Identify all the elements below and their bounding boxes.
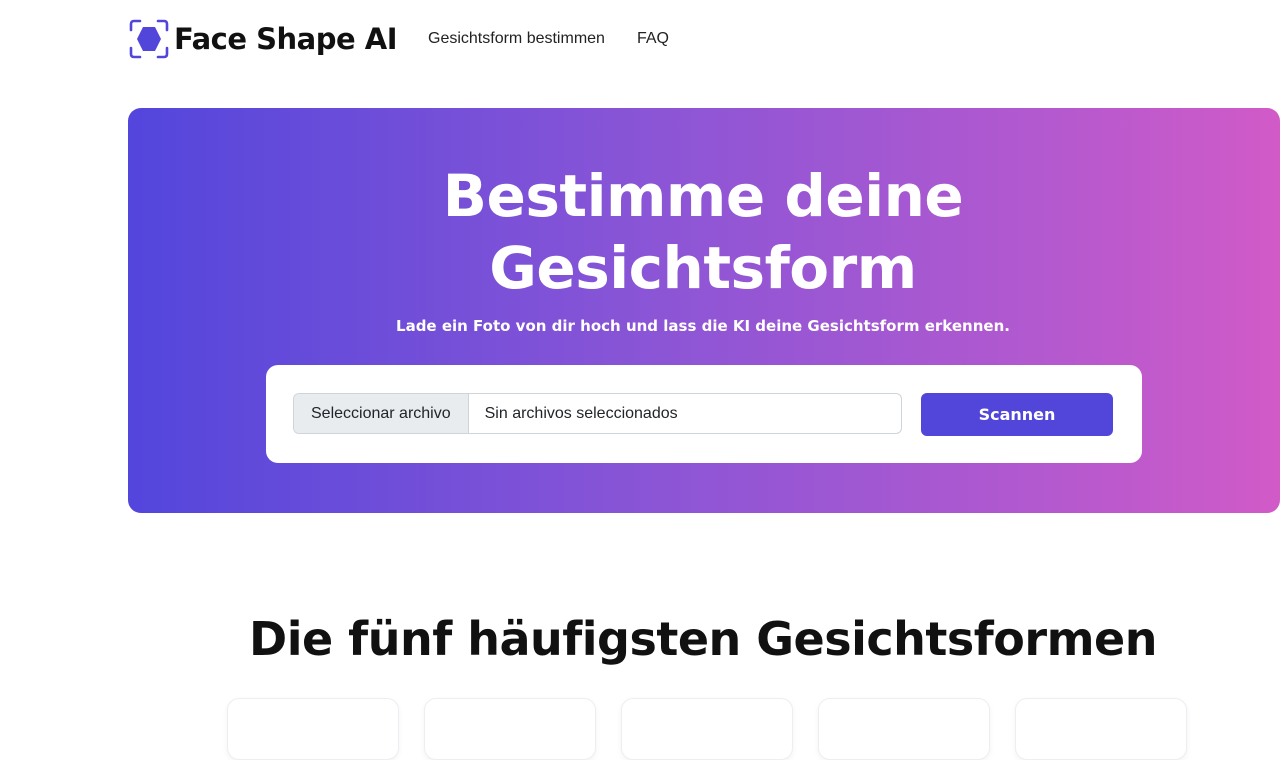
upload-card: Seleccionar archivo Sin archivos selecci…: [266, 365, 1142, 463]
face-shape-card[interactable]: [818, 698, 990, 760]
brand-name: Face Shape AI: [174, 22, 398, 56]
face-scan-icon: [129, 19, 169, 59]
face-shape-cards: [227, 698, 1187, 760]
face-shape-card[interactable]: [1015, 698, 1187, 760]
nav-link-gesichtsform-bestimmen[interactable]: Gesichtsform bestimmen: [428, 30, 605, 48]
face-shape-card[interactable]: [621, 698, 793, 760]
choose-file-button[interactable]: Seleccionar archivo: [294, 394, 469, 433]
hero-title-line-1: Bestimme deine: [442, 162, 964, 230]
section-title: Die fünf häufigsten Gesichtsformen: [249, 612, 1157, 666]
hero-title-line-2: Gesichtsform: [489, 234, 917, 302]
scan-button[interactable]: Scannen: [921, 393, 1113, 436]
site-header: Face Shape AI Gesichtsform bestimmen FAQ: [128, 17, 669, 61]
main-nav: Gesichtsform bestimmen FAQ: [428, 30, 669, 48]
hero-banner: Bestimme deine Gesichtsform Lade ein Fot…: [128, 108, 1280, 513]
hero-title: Bestimme deine Gesichtsform: [128, 160, 1278, 304]
nav-link-faq[interactable]: FAQ: [637, 30, 669, 48]
brand-logo-link[interactable]: Face Shape AI: [128, 18, 398, 60]
file-status-text: Sin archivos seleccionados: [484, 404, 678, 422]
hero-subtitle: Lade ein Foto von dir hoch und lass die …: [396, 317, 1010, 335]
file-input[interactable]: Seleccionar archivo Sin archivos selecci…: [293, 393, 902, 434]
face-shape-card[interactable]: [424, 698, 596, 760]
face-shape-card[interactable]: [227, 698, 399, 760]
